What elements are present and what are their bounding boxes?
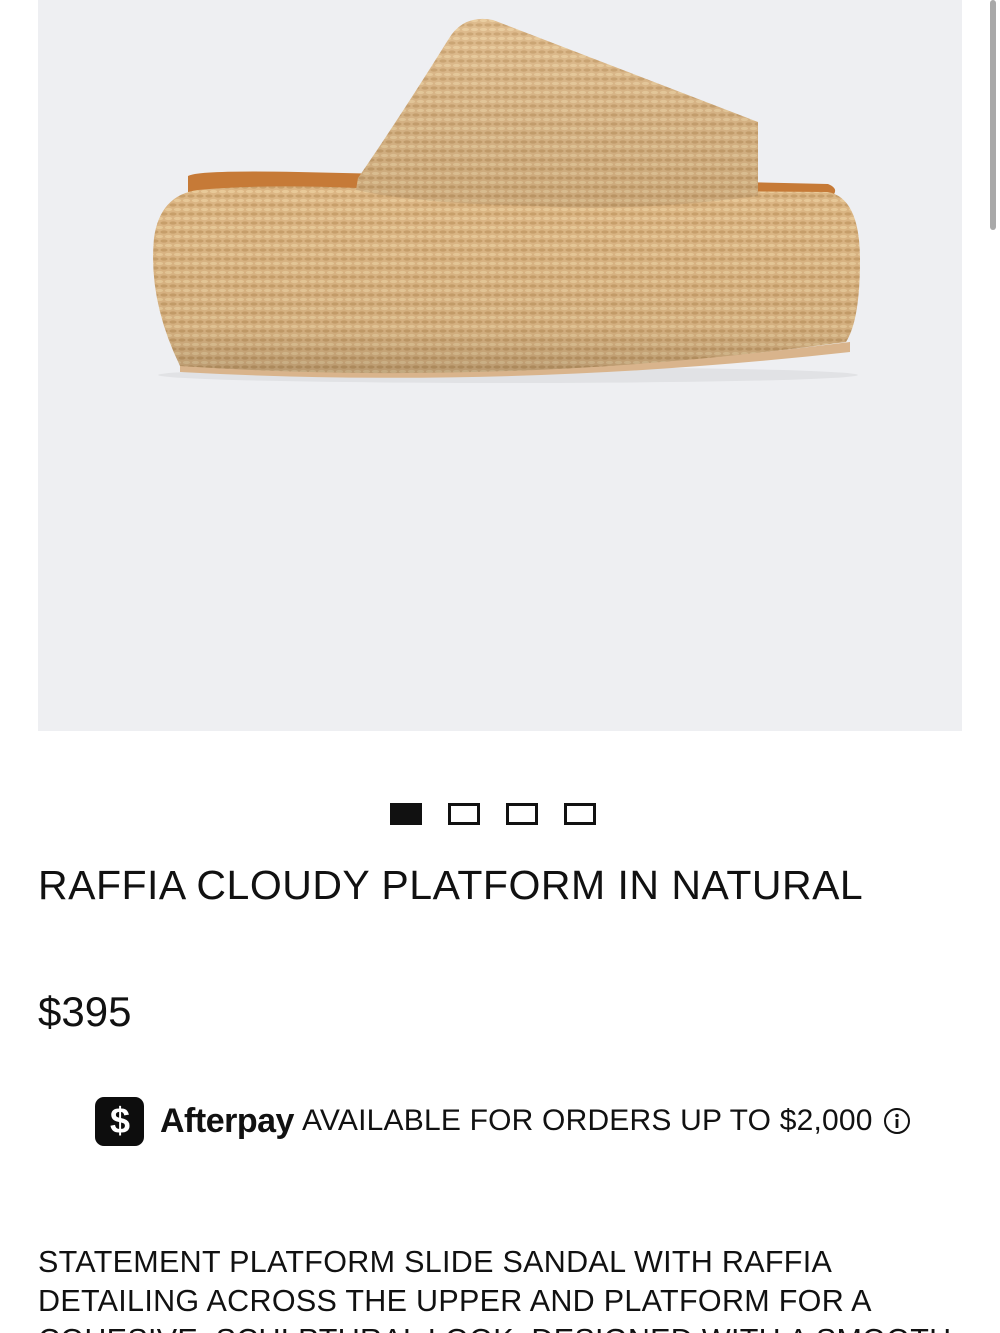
afterpay-banner[interactable]: $ Afterpay AVAILABLE FOR ORDERS UP TO $2… <box>95 1095 911 1147</box>
info-icon[interactable] <box>883 1107 911 1135</box>
afterpay-logo-text: Afterpay <box>160 1101 294 1140</box>
pagination-dot-1[interactable] <box>390 803 422 825</box>
image-pagination <box>390 803 596 825</box>
product-image[interactable] <box>38 0 962 731</box>
product-title: RAFFIA CLOUDY PLATFORM IN NATURAL <box>38 862 864 908</box>
product-price: $395 <box>38 988 132 1035</box>
svg-text:$: $ <box>109 1102 129 1140</box>
page-scrollbar[interactable] <box>990 0 996 230</box>
sandal-illustration <box>153 18 861 383</box>
afterpay-message: AVAILABLE FOR ORDERS UP TO $2,000 <box>301 1104 873 1137</box>
dollar-glyph: $ <box>109 1102 129 1140</box>
pagination-dot-3[interactable] <box>506 803 538 825</box>
product-description: STATEMENT PLATFORM SLIDE SANDAL WITH RAF… <box>38 1245 951 1333</box>
pagination-dot-4[interactable] <box>564 803 596 825</box>
pagination-dot-2[interactable] <box>448 803 480 825</box>
cash-app-icon: $ <box>95 1096 144 1146</box>
